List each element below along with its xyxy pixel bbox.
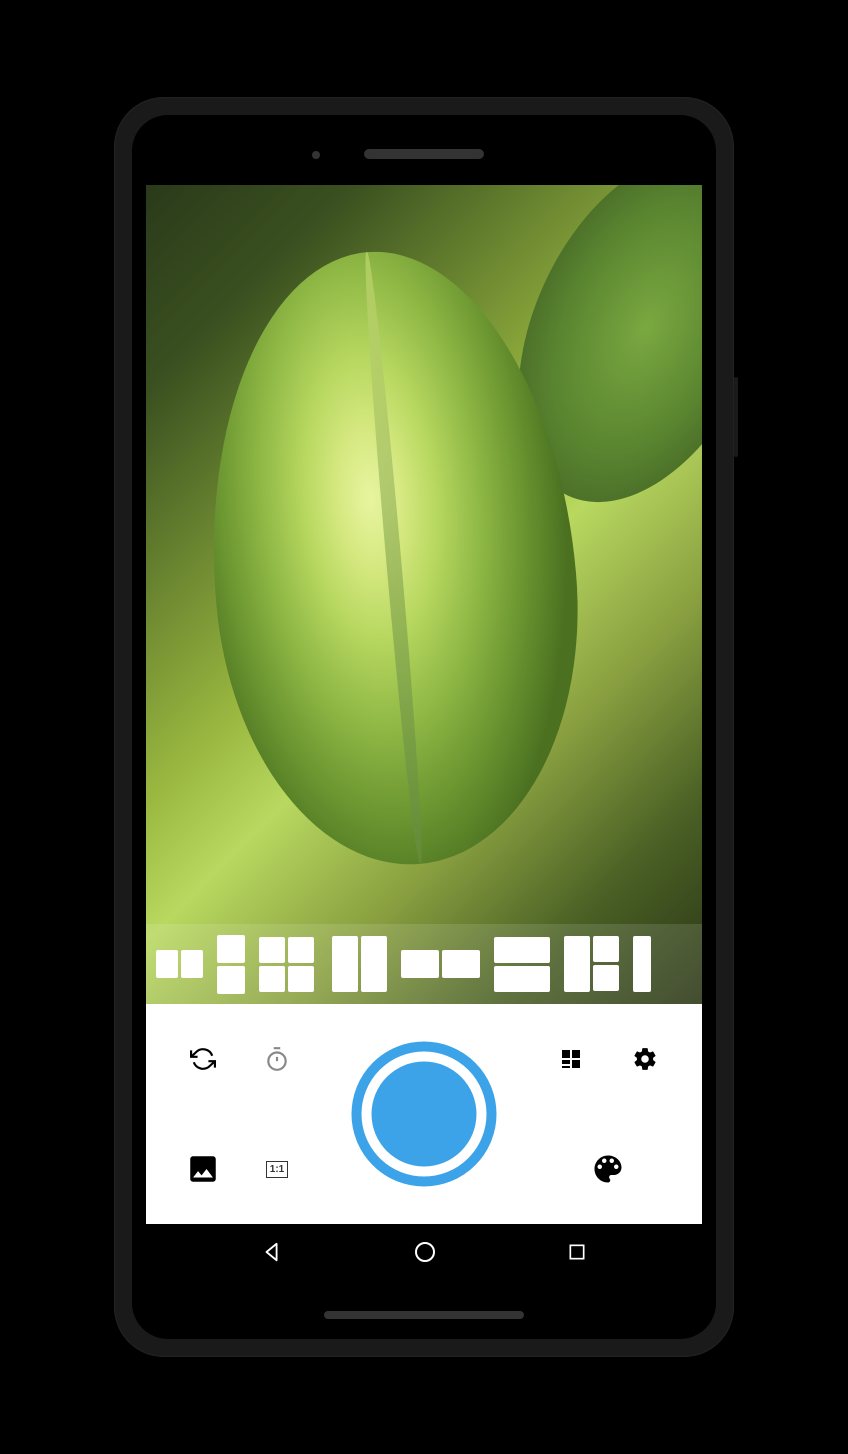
shutter-button[interactable]	[352, 1042, 497, 1187]
control-section-bottom-left: 1:1	[146, 1149, 334, 1189]
grid-icon	[559, 1047, 583, 1071]
screen: 1:1	[146, 185, 702, 1284]
timer-icon	[264, 1046, 290, 1072]
shutter-inner	[372, 1062, 477, 1167]
layout-option-2row[interactable]	[217, 935, 245, 994]
refresh-icon	[190, 1046, 216, 1072]
layout-option-edge-left[interactable]	[156, 950, 203, 978]
control-section-top-left	[146, 1039, 334, 1079]
phone-bezel: 1:1	[132, 115, 716, 1339]
settings-button[interactable]	[625, 1039, 665, 1079]
control-section-top-right	[514, 1039, 702, 1079]
earpiece-speaker	[364, 149, 484, 159]
image-icon	[186, 1152, 220, 1186]
camera-controls-panel: 1:1	[146, 1004, 702, 1224]
timer-button[interactable]	[257, 1039, 297, 1079]
collage-layout-strip[interactable]	[146, 924, 702, 1004]
control-section-bottom-right	[514, 1149, 702, 1189]
camera-viewfinder[interactable]	[146, 185, 702, 1004]
layout-option-2x2[interactable]	[259, 937, 318, 992]
layout-option-2col-tall[interactable]	[332, 936, 387, 992]
layout-grid-button[interactable]	[551, 1039, 591, 1079]
switch-camera-button[interactable]	[183, 1039, 223, 1079]
gallery-button[interactable]	[183, 1149, 223, 1189]
recent-apps-button[interactable]	[567, 1242, 587, 1267]
color-palette-button[interactable]	[588, 1149, 628, 1189]
layout-option-edge-right[interactable]	[633, 936, 651, 992]
palette-icon	[590, 1151, 626, 1187]
power-button	[734, 377, 738, 457]
recent-square-icon	[567, 1242, 587, 1262]
layout-option-2row-wide[interactable]	[494, 937, 550, 992]
phone-device-frame: 1:1	[114, 97, 734, 1357]
layout-option-2col-wide[interactable]	[401, 950, 480, 978]
home-button[interactable]	[413, 1240, 437, 1269]
aspect-ratio-button[interactable]: 1:1	[257, 1149, 297, 1189]
front-camera	[312, 151, 320, 159]
aspect-ratio-label: 1:1	[266, 1161, 288, 1178]
layout-option-1-2-split[interactable]	[564, 936, 619, 992]
bottom-speaker	[324, 1311, 524, 1319]
back-triangle-icon	[261, 1241, 283, 1263]
back-button[interactable]	[261, 1241, 283, 1268]
android-navbar	[146, 1224, 702, 1284]
gear-icon	[632, 1046, 658, 1072]
home-circle-icon	[413, 1240, 437, 1264]
